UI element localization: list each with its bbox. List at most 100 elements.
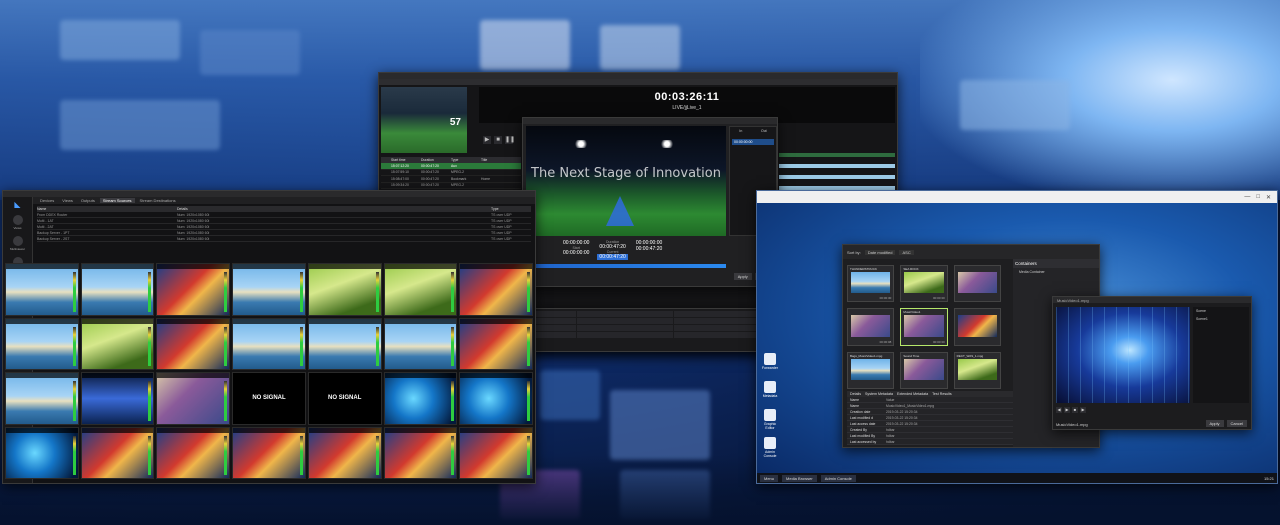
media-thumbnail[interactable]: THUNDERSTRUCK 00:00:30 — [847, 265, 895, 303]
grid-cell[interactable] — [576, 325, 674, 331]
scene-item[interactable]: Scene1 — [1193, 315, 1249, 323]
video-tile[interactable] — [383, 426, 458, 479]
order-select[interactable]: ASC — [899, 249, 914, 255]
clip-preview-dialog: The Next Stage of Innovation In Out 00:0… — [522, 117, 778, 287]
video-tile[interactable] — [80, 372, 155, 425]
video-tile[interactable] — [5, 372, 79, 425]
stop-icon[interactable]: ■ — [494, 136, 502, 144]
desktop-icon-label: Forwarder — [762, 366, 778, 370]
in-out-item[interactable]: 00:00:00:00 — [732, 139, 774, 145]
video-tile[interactable] — [156, 426, 231, 479]
video-tile[interactable] — [459, 263, 533, 316]
video-titlebar: MusicVideo1.mpg — [1053, 297, 1251, 303]
video-tile[interactable] — [383, 317, 458, 370]
tile-caption — [233, 264, 305, 269]
video-tile[interactable] — [80, 317, 155, 370]
playout-time: 00:03:26:11 — [654, 91, 720, 103]
apply-button[interactable]: Apply — [733, 273, 752, 280]
tile-caption — [81, 373, 154, 378]
video-tile[interactable] — [307, 263, 382, 316]
taskbar-menu[interactable]: Menu — [760, 474, 779, 482]
tab-item[interactable]: Views — [59, 198, 76, 203]
scene-list: Scene Scene1 — [1193, 307, 1249, 403]
stop-icon[interactable]: ■ — [1072, 407, 1078, 413]
media-thumbnail[interactable]: Sound Time — [900, 351, 948, 389]
pause-icon[interactable]: ❚❚ — [505, 136, 515, 144]
tab-item[interactable]: Stream Destinations — [137, 198, 179, 203]
sort-select[interactable]: Date modified — [864, 249, 896, 255]
media-thumbnail[interactable] — [953, 265, 1001, 303]
stream-table: Name Details Type From DDEX Router Num: 1920… — [37, 206, 531, 242]
current-timecode[interactable]: 00:00:47:20 — [597, 254, 628, 260]
play-icon[interactable]: ▶ — [1064, 407, 1070, 413]
video-tile[interactable] — [383, 372, 458, 425]
video-apply-button[interactable]: Apply — [1205, 420, 1224, 427]
video-tile[interactable] — [307, 317, 382, 370]
desktop-icon[interactable]: Graphic Editor — [761, 409, 779, 430]
video-title: MusicVideo1.mpg — [1057, 297, 1089, 303]
audio-meter — [224, 381, 228, 421]
play-icon[interactable]: ▶ — [483, 136, 491, 144]
tile-caption — [384, 427, 457, 433]
video-tile[interactable] — [80, 426, 155, 479]
taskbar-media-browser[interactable]: Media Browser — [782, 474, 817, 482]
thumbnail-name: THUNDERSTRUCK — [850, 267, 877, 271]
desktop-icon[interactable]: Forwarder — [761, 353, 779, 370]
thumbnail-image — [957, 315, 997, 337]
forward-icon[interactable]: ▶ — [1080, 407, 1086, 413]
video-tile[interactable] — [459, 426, 533, 479]
details-tab[interactable]: Test Results — [932, 392, 952, 396]
tab-item[interactable]: Stream Sources — [99, 198, 135, 203]
stream-row[interactable]: Backup Server - 2ST Num: 1920x1080 60i TS … — [37, 236, 531, 242]
tab-item[interactable]: Outputs — [78, 198, 98, 203]
video-tile[interactable] — [383, 263, 458, 316]
out-timecode[interactable]: 00:00:00:00 — [563, 250, 589, 256]
desktop-icon[interactable]: Admin Console — [761, 437, 779, 458]
grid-cell[interactable] — [576, 311, 674, 317]
details-tab[interactable]: Extended Metadata — [897, 392, 928, 396]
media-thumbnail[interactable]: RECT_WAS_1.mpg — [953, 351, 1001, 389]
sidebar-item[interactable]: Views — [3, 215, 32, 230]
video-tile[interactable] — [5, 426, 79, 479]
details-tab[interactable]: System Metadata — [865, 392, 893, 396]
desktop-icon-image — [764, 437, 776, 449]
video-tile[interactable]: NO SIGNAL — [232, 372, 306, 425]
desktop-icon[interactable]: Metadata — [761, 381, 779, 398]
maximize-icon[interactable]: □ — [1256, 194, 1260, 200]
media-thumbnail[interactable]: MusicVideo1 00:00:30 — [900, 308, 948, 346]
grid-cell[interactable] — [576, 318, 674, 324]
close-icon[interactable]: ✕ — [1266, 194, 1271, 201]
taskbar-admin-console[interactable]: Admin Console — [820, 474, 856, 482]
grid-cell[interactable] — [576, 332, 674, 338]
video-tile[interactable] — [307, 426, 382, 479]
sidebar-item[interactable]: Multiviewer — [3, 236, 32, 251]
video-tile[interactable] — [459, 372, 533, 425]
details-key: Creation date — [850, 409, 871, 414]
column-header: Name — [37, 207, 47, 211]
video-tile[interactable] — [80, 263, 155, 316]
video-tile[interactable] — [5, 317, 79, 370]
desktop-icon-image — [764, 353, 776, 365]
tab-item[interactable]: Devices — [37, 198, 57, 203]
media-thumbnail[interactable]: 00:00:08 — [847, 308, 895, 346]
video-tile[interactable] — [459, 317, 533, 370]
scrub-bar[interactable] — [526, 264, 726, 268]
stream-name: Backup Server - 2ST — [37, 236, 70, 241]
media-thumbnail[interactable]: SEA ROCK 00:00:30 — [900, 265, 948, 303]
video-tile[interactable] — [156, 372, 231, 425]
media-thumbnail[interactable] — [953, 308, 1001, 346]
media-thumbnail[interactable]: Bags_MusicVideo1.mpg — [847, 351, 895, 389]
minimize-icon[interactable]: — — [1244, 194, 1250, 200]
video-tile[interactable] — [232, 263, 306, 316]
video-tile[interactable] — [156, 263, 231, 316]
video-tile[interactable] — [232, 317, 306, 370]
video-tile[interactable]: NO SIGNAL — [307, 372, 382, 425]
rewind-icon[interactable]: ◀ — [1056, 407, 1062, 413]
video-tile[interactable] — [5, 263, 79, 316]
details-tab[interactable]: Details — [850, 392, 861, 396]
container-item[interactable]: Media Container — [1013, 268, 1099, 276]
video-cancel-button[interactable]: Cancel — [1226, 420, 1247, 427]
video-tile[interactable] — [156, 317, 231, 370]
video-tile[interactable] — [232, 426, 306, 479]
video-controls: ◀ ▶ ■ ▶ — [1056, 407, 1086, 413]
